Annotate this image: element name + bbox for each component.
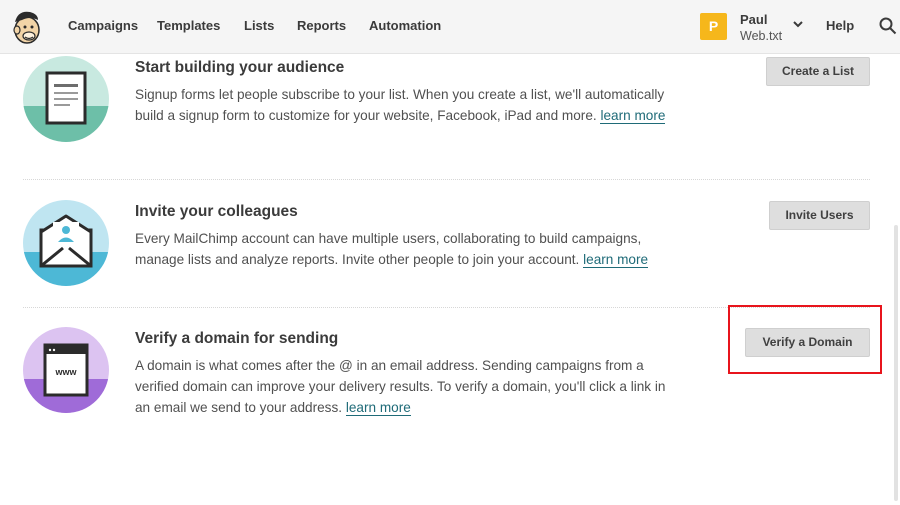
invite-users-button[interactable]: Invite Users bbox=[769, 201, 870, 230]
www-browser-icon: www bbox=[23, 327, 109, 413]
avatar[interactable]: P bbox=[700, 13, 727, 40]
learn-more-link[interactable]: learn more bbox=[345, 400, 411, 416]
nav-campaigns[interactable]: Campaigns bbox=[68, 18, 138, 33]
row-description: A domain is what comes after the @ in an… bbox=[135, 358, 666, 416]
create-list-button[interactable]: Create a List bbox=[766, 57, 870, 86]
row-description: Every MailChimp account can have multipl… bbox=[135, 231, 649, 268]
signup-form-icon bbox=[23, 56, 109, 142]
chevron-down-icon[interactable] bbox=[793, 20, 803, 28]
divider bbox=[23, 179, 870, 180]
nav-help[interactable]: Help bbox=[826, 18, 854, 33]
row-title: Start building your audience bbox=[135, 59, 345, 76]
row-title: Invite your colleagues bbox=[135, 203, 298, 220]
nav-reports[interactable]: Reports bbox=[297, 18, 346, 33]
nav-lists[interactable]: Lists bbox=[244, 18, 274, 33]
highlight-box bbox=[728, 305, 882, 374]
nav-automation[interactable]: Automation bbox=[369, 18, 441, 33]
mailchimp-logo-icon[interactable] bbox=[8, 8, 44, 46]
user-account[interactable]: Web.txt bbox=[740, 29, 782, 43]
envelope-user-icon bbox=[23, 200, 109, 286]
top-navigation: Campaigns Templates Lists Reports Automa… bbox=[0, 0, 900, 54]
search-icon[interactable] bbox=[879, 17, 897, 35]
row-title: Verify a domain for sending bbox=[135, 330, 339, 347]
scrollbar[interactable] bbox=[894, 225, 898, 501]
learn-more-link[interactable]: learn more bbox=[600, 108, 666, 124]
user-name[interactable]: Paul bbox=[740, 12, 767, 27]
row-description: Signup forms let people subscribe to you… bbox=[135, 87, 666, 124]
nav-templates[interactable]: Templates bbox=[157, 18, 220, 33]
learn-more-link[interactable]: learn more bbox=[583, 252, 649, 268]
svg-text:www: www bbox=[54, 367, 77, 377]
